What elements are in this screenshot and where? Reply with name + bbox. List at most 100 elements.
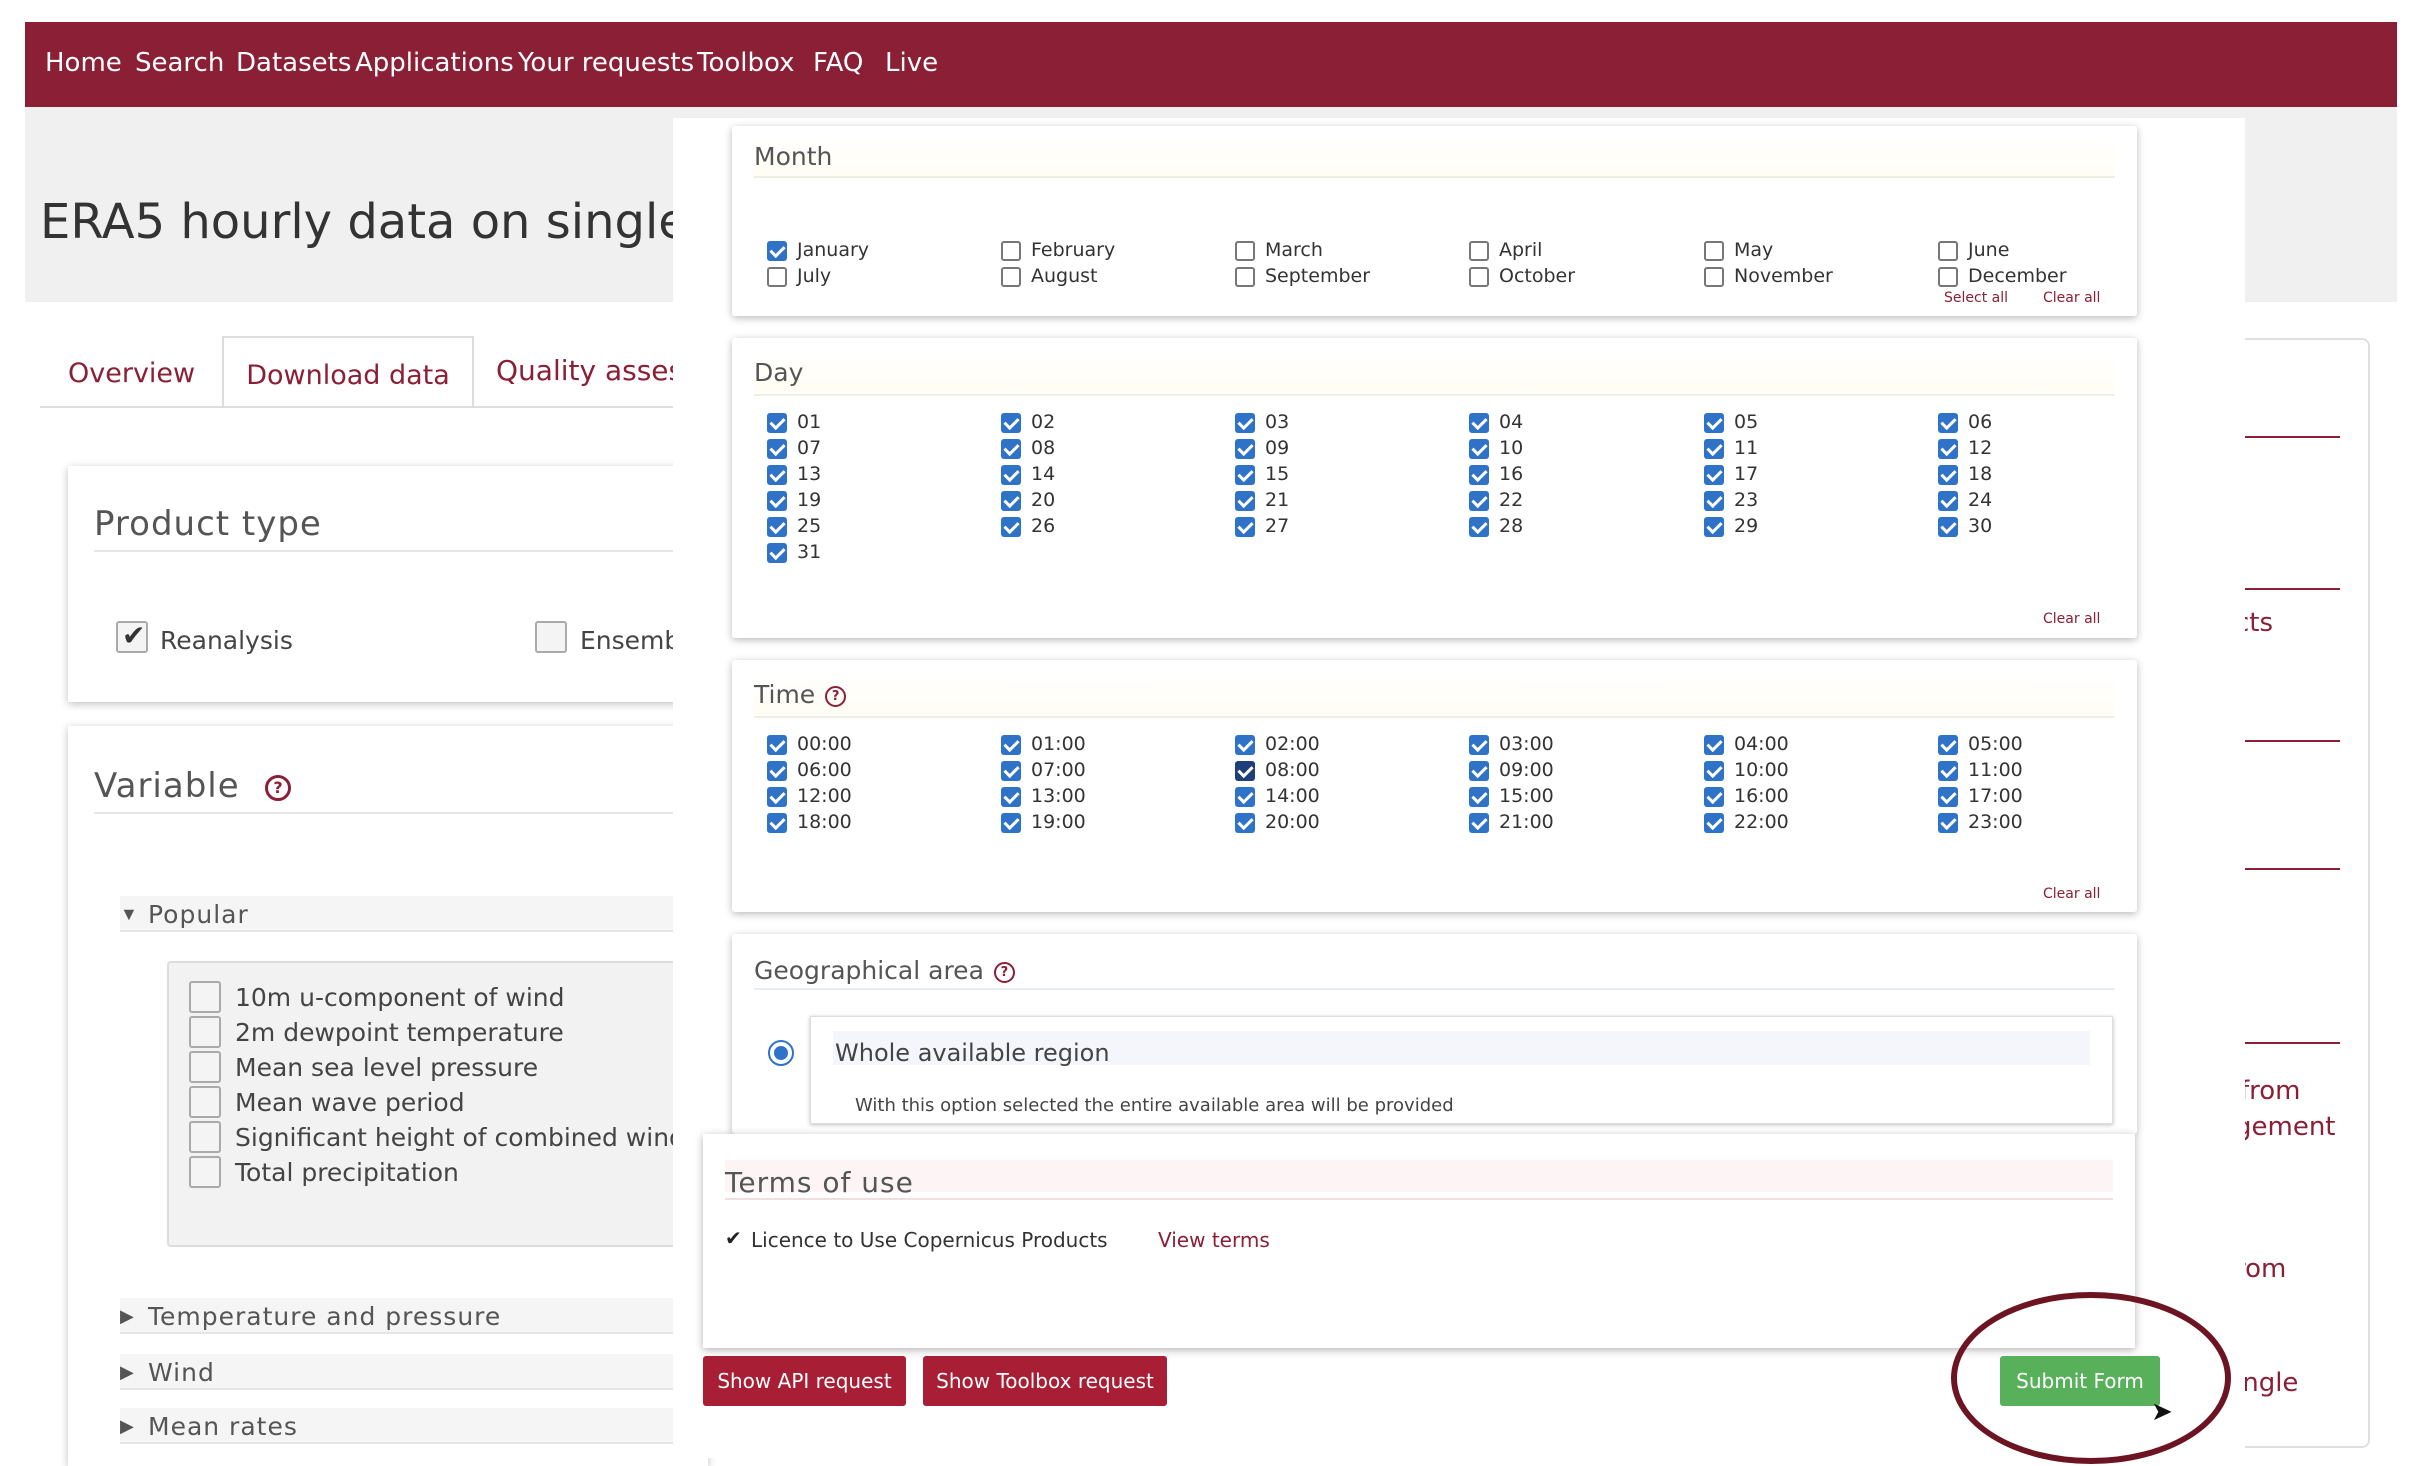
day-checkbox[interactable]: [1938, 465, 1958, 485]
day-checkbox[interactable]: [1001, 413, 1021, 433]
time-checkbox[interactable]: [767, 787, 787, 807]
variable-checkbox[interactable]: [189, 1016, 221, 1048]
day-checkbox[interactable]: [1235, 491, 1255, 511]
day-checkbox[interactable]: [1235, 465, 1255, 485]
day-checkbox[interactable]: [1469, 413, 1489, 433]
month-checkbox[interactable]: [767, 241, 787, 261]
related-link-fragment[interactable]: gement: [2235, 1112, 2336, 1142]
nav-applications[interactable]: Applications: [355, 48, 514, 78]
related-link-fragment[interactable]: from: [2240, 1076, 2301, 1106]
time-checkbox[interactable]: [1469, 735, 1489, 755]
time-checkbox[interactable]: [1704, 813, 1724, 833]
day-checkbox[interactable]: [1704, 491, 1724, 511]
month-checkbox[interactable]: [1235, 241, 1255, 261]
month-checkbox[interactable]: [1704, 241, 1724, 261]
time-checkbox[interactable]: [1469, 813, 1489, 833]
nav-home[interactable]: Home: [45, 48, 122, 78]
variable-checkbox[interactable]: [189, 1121, 221, 1153]
day-checkbox[interactable]: [767, 543, 787, 563]
time-checkbox[interactable]: [1704, 735, 1724, 755]
nav-your-requests[interactable]: Your requests: [518, 48, 694, 78]
time-checkbox[interactable]: [1938, 787, 1958, 807]
ensemble-checkbox[interactable]: [535, 621, 567, 653]
day-checkbox[interactable]: [1235, 439, 1255, 459]
day-checkbox[interactable]: [767, 439, 787, 459]
day-checkbox[interactable]: [1938, 491, 1958, 511]
day-checkbox[interactable]: [1704, 413, 1724, 433]
month-checkbox[interactable]: [1235, 267, 1255, 287]
day-checkbox[interactable]: [1469, 491, 1489, 511]
nav-faq[interactable]: FAQ: [813, 48, 863, 78]
time-checkbox[interactable]: [1001, 813, 1021, 833]
day-checkbox[interactable]: [1469, 517, 1489, 537]
day-checkbox[interactable]: [1001, 517, 1021, 537]
show-toolbox-request-button[interactable]: Show Toolbox request: [923, 1356, 1167, 1406]
time-checkbox[interactable]: [1235, 813, 1255, 833]
time-checkbox[interactable]: [1938, 813, 1958, 833]
time-checkbox[interactable]: [1235, 787, 1255, 807]
month-checkbox[interactable]: [1938, 241, 1958, 261]
day-checkbox[interactable]: [1704, 439, 1724, 459]
nav-datasets[interactable]: Datasets: [236, 48, 351, 78]
tab-overview[interactable]: Overview: [68, 336, 228, 408]
show-api-request-button[interactable]: Show API request: [703, 1356, 906, 1406]
day-checkbox[interactable]: [1938, 439, 1958, 459]
day-checkbox[interactable]: [1938, 413, 1958, 433]
variable-checkbox[interactable]: [189, 1086, 221, 1118]
day-checkbox[interactable]: [1704, 517, 1724, 537]
reanalysis-checkbox[interactable]: ✔: [116, 620, 148, 653]
day-checkbox[interactable]: [767, 465, 787, 485]
time-checkbox[interactable]: [1938, 761, 1958, 781]
variable-checkbox[interactable]: [189, 1051, 221, 1083]
whole-region-radio[interactable]: [768, 1040, 794, 1066]
month-checkbox[interactable]: [1001, 267, 1021, 287]
time-checkbox[interactable]: [767, 813, 787, 833]
month-checkbox[interactable]: [1938, 267, 1958, 287]
group-wind[interactable]: ▶ Wind: [120, 1354, 680, 1390]
day-checkbox[interactable]: [767, 491, 787, 511]
time-checkbox[interactable]: [1704, 761, 1724, 781]
help-icon[interactable]: ?: [265, 774, 292, 801]
day-checkbox[interactable]: [1704, 465, 1724, 485]
month-checkbox[interactable]: [1001, 241, 1021, 261]
help-icon[interactable]: ?: [993, 961, 1015, 983]
day-checkbox[interactable]: [1001, 491, 1021, 511]
day-checkbox[interactable]: [767, 517, 787, 537]
day-checkbox[interactable]: [1235, 413, 1255, 433]
time-checkbox[interactable]: [1235, 761, 1255, 781]
month-checkbox[interactable]: [767, 267, 787, 287]
day-checkbox[interactable]: [1938, 517, 1958, 537]
group-popular[interactable]: ▼ Popular: [120, 896, 680, 932]
time-checkbox[interactable]: [1235, 735, 1255, 755]
nav-live[interactable]: Live: [885, 48, 938, 78]
time-checkbox[interactable]: [1938, 735, 1958, 755]
day-checkbox[interactable]: [1469, 439, 1489, 459]
time-checkbox[interactable]: [1001, 735, 1021, 755]
day-checkbox[interactable]: [1001, 439, 1021, 459]
day-checkbox[interactable]: [1001, 465, 1021, 485]
day-checkbox[interactable]: [1469, 465, 1489, 485]
time-checkbox[interactable]: [1001, 787, 1021, 807]
time-checkbox[interactable]: [767, 761, 787, 781]
day-checkbox[interactable]: [1235, 517, 1255, 537]
month-select-all[interactable]: Select all: [1944, 290, 2008, 306]
tab-quality-assessment[interactable]: Quality assess: [496, 336, 698, 408]
month-checkbox[interactable]: [1469, 241, 1489, 261]
month-checkbox[interactable]: [1704, 267, 1724, 287]
help-icon[interactable]: ?: [825, 685, 847, 707]
day-checkbox[interactable]: [767, 413, 787, 433]
time-clear-all[interactable]: Clear all: [2043, 886, 2100, 902]
variable-checkbox[interactable]: [189, 1156, 221, 1188]
nav-toolbox[interactable]: Toolbox: [697, 48, 795, 78]
group-temperature-pressure[interactable]: ▶ Temperature and pressure: [120, 1298, 680, 1334]
day-clear-all[interactable]: Clear all: [2043, 611, 2100, 627]
time-checkbox[interactable]: [1001, 761, 1021, 781]
month-checkbox[interactable]: [1469, 267, 1489, 287]
time-checkbox[interactable]: [1469, 787, 1489, 807]
time-checkbox[interactable]: [1704, 787, 1724, 807]
whole-region-option[interactable]: Whole available region With this option …: [810, 1016, 2113, 1124]
group-mean-rates[interactable]: ▶ Mean rates: [120, 1408, 680, 1444]
tab-download-data[interactable]: Download data: [222, 336, 474, 408]
nav-search[interactable]: Search: [135, 48, 224, 78]
view-terms-link[interactable]: View terms: [1158, 1228, 1270, 1252]
